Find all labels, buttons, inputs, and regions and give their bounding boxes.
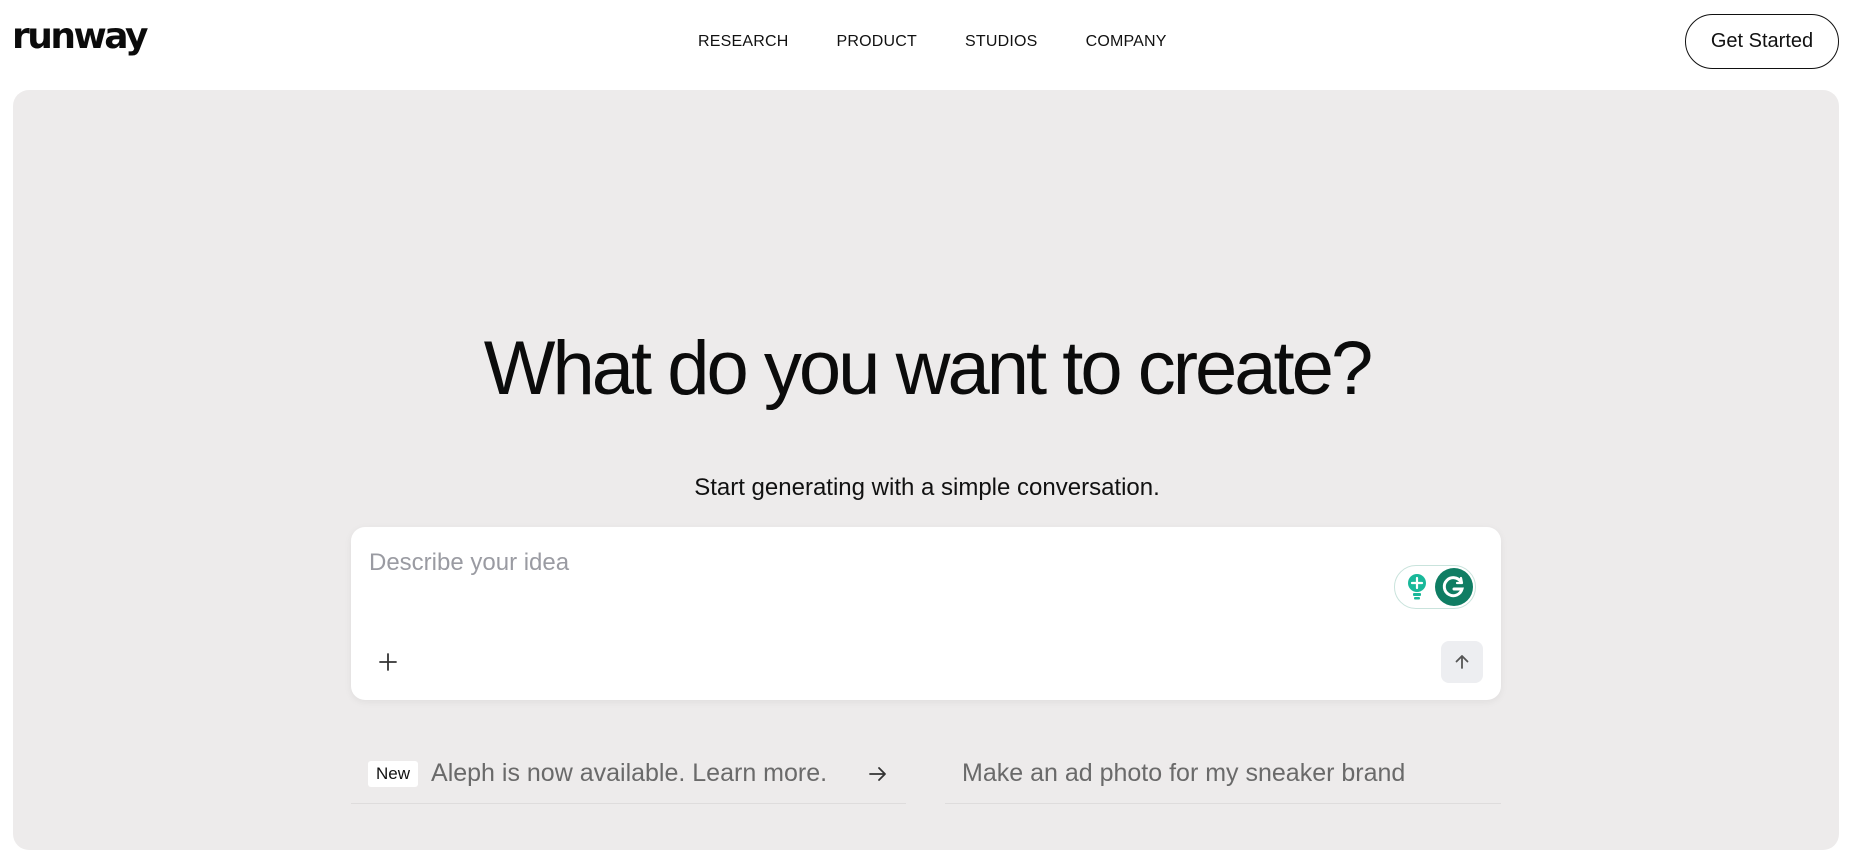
- arrow-right-icon: [869, 767, 886, 781]
- site-header: runway RESEARCH PRODUCT STUDIOS COMPANY …: [0, 0, 1854, 88]
- get-started-button[interactable]: Get Started: [1685, 14, 1839, 69]
- lightbulb-icon[interactable]: [1405, 572, 1429, 602]
- nav-company[interactable]: COMPANY: [1086, 33, 1167, 51]
- add-attachment-button[interactable]: [373, 647, 403, 677]
- suggestion-aleph[interactable]: New Aleph is now available. Learn more.: [351, 744, 906, 804]
- nav-studios[interactable]: STUDIOS: [965, 33, 1038, 51]
- grammarly-widget[interactable]: [1394, 565, 1476, 609]
- suggestion-sneaker-ad[interactable]: Make an ad photo for my sneaker brand: [945, 744, 1501, 804]
- hero-title: What do you want to create?: [483, 326, 1373, 411]
- suggestion-text: Make an ad photo for my sneaker brand: [962, 759, 1406, 787]
- prompt-composer: [351, 527, 1501, 700]
- hero-subtitle: Start generating with a simple conversat…: [694, 474, 1160, 501]
- runway-logo[interactable]: runway: [12, 16, 148, 57]
- plus-icon: [379, 653, 397, 671]
- hero-panel: [13, 90, 1839, 850]
- main-nav: RESEARCH PRODUCT STUDIOS COMPANY: [698, 33, 1167, 51]
- nav-product[interactable]: PRODUCT: [837, 33, 918, 51]
- send-button[interactable]: [1441, 641, 1483, 683]
- arrow-up-icon: [1455, 655, 1469, 669]
- nav-research[interactable]: RESEARCH: [698, 33, 789, 51]
- prompt-input[interactable]: [369, 545, 1269, 581]
- grammarly-icon[interactable]: [1435, 568, 1473, 606]
- suggestion-text: Aleph is now available. Learn more.: [431, 759, 828, 787]
- new-badge: New: [368, 760, 419, 787]
